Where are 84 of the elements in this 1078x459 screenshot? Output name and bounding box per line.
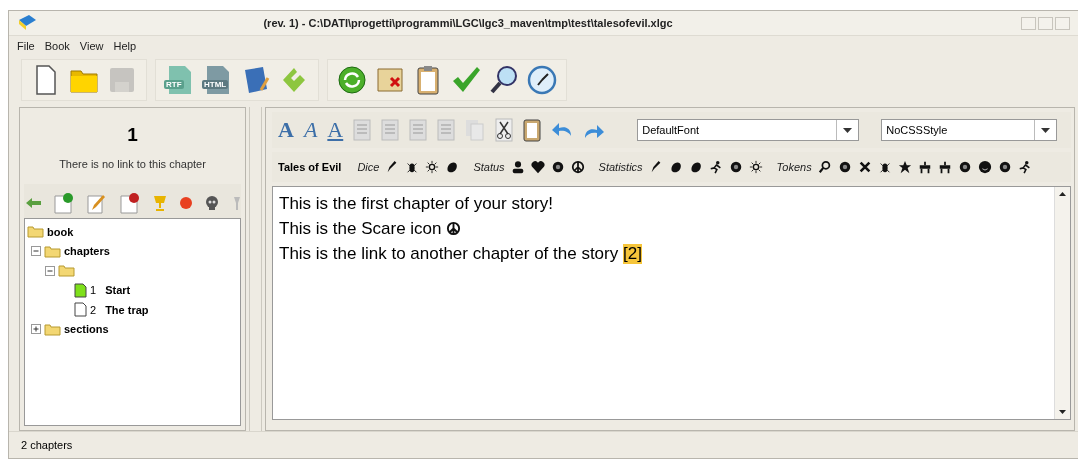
scissors-icon[interactable] — [495, 118, 514, 142]
font-select[interactable]: DefaultFont — [637, 119, 860, 141]
left-arrow-icon[interactable] — [26, 197, 42, 209]
tree-label[interactable]: Start — [105, 284, 131, 297]
search-icon — [817, 160, 832, 174]
heart-icon — [530, 160, 545, 174]
table-icon — [937, 160, 952, 174]
book-icon — [17, 14, 37, 32]
chapter-number: 2 — [90, 303, 97, 316]
bug-icon — [877, 160, 892, 174]
chapter-number: 1 — [126, 124, 139, 146]
tree-label[interactable]: sections — [64, 323, 109, 336]
align-icon[interactable] — [381, 119, 400, 141]
smiley-icon — [977, 160, 992, 174]
edit-page-icon[interactable] — [86, 192, 107, 214]
round-icon — [837, 160, 852, 174]
icon-group-label: Status — [473, 161, 505, 173]
clock-icon — [527, 64, 557, 96]
round-icon — [550, 160, 565, 174]
editor-text: This is the link to another chapter of the story — [279, 243, 620, 264]
person-icon — [510, 160, 525, 174]
align-icon[interactable] — [353, 119, 372, 141]
font-style-button[interactable]: A — [278, 117, 294, 143]
editor-text: This is the Scare icon — [279, 218, 443, 239]
chapter-link[interactable]: [2] — [622, 243, 642, 264]
collapse-toggle[interactable] — [31, 246, 41, 257]
peace-icon — [570, 160, 585, 174]
round-icon — [957, 160, 972, 174]
menu-item[interactable]: File — [13, 40, 39, 52]
icon-group-label: Statistics — [598, 161, 643, 173]
window-title: (rev. 1) - C:\DATI\progetti\programmi\LGC\lgc3_maven\tmp\test\talesofevil.xlgc — [262, 17, 674, 29]
dropdown-arrow-icon — [843, 127, 853, 133]
icon-group-label: Tokens — [776, 161, 812, 173]
icon-set-title: Tales of Evil — [278, 161, 342, 173]
link-note: There is no link to this chapter — [58, 158, 207, 170]
tree-label[interactable]: chapters — [64, 245, 110, 258]
collapse-toggle[interactable] — [45, 265, 55, 276]
skull-icon[interactable] — [204, 195, 220, 211]
round-icon — [728, 160, 743, 174]
status-text: 2 chapters — [9, 431, 1078, 458]
align-icon[interactable] — [409, 119, 428, 141]
minimize-button[interactable] — [1021, 16, 1036, 30]
runner-icon — [708, 160, 723, 174]
search-icon — [489, 64, 519, 96]
add-page-icon[interactable] — [53, 192, 75, 214]
folder-icon — [58, 264, 75, 278]
sun-icon — [748, 160, 763, 174]
toolbar-button[interactable]: HTML — [202, 63, 234, 97]
pin-icon[interactable] — [231, 195, 242, 211]
editor-text: This is the first chapter of your story! — [279, 193, 553, 214]
tree-label[interactable]: book — [47, 225, 74, 238]
style-select[interactable]: NoCSSStyle — [881, 119, 1058, 141]
dropdown-arrow-icon — [1041, 127, 1051, 133]
blob-icon — [445, 160, 460, 174]
folder-icon — [44, 322, 61, 336]
refresh-icon — [337, 64, 367, 96]
align-icon[interactable] — [437, 119, 456, 141]
sun-icon — [425, 160, 440, 174]
table-icon — [917, 160, 932, 174]
toolbar-button[interactable] — [526, 63, 558, 97]
menu-item[interactable]: Help — [109, 40, 141, 52]
icon-group-label: Dice — [357, 161, 380, 173]
cross-icon — [857, 160, 872, 174]
folder-icon — [27, 225, 44, 239]
scrollbar[interactable] — [1054, 187, 1070, 419]
round-icon — [997, 160, 1012, 174]
font-style-button[interactable]: A — [303, 117, 318, 143]
trophy-icon[interactable] — [151, 194, 168, 212]
paste-icon[interactable] — [523, 118, 542, 142]
close-button[interactable] — [1055, 16, 1070, 30]
toolbar-button[interactable] — [336, 63, 368, 97]
expand-toggle[interactable] — [31, 324, 41, 335]
delete-page-icon[interactable] — [118, 192, 140, 214]
bug-icon — [405, 160, 420, 174]
runner-icon — [1017, 160, 1032, 174]
maximize-button[interactable] — [1038, 16, 1053, 30]
menu-item[interactable]: View — [75, 40, 108, 52]
menu-item[interactable]: Book — [40, 40, 74, 52]
record-icon[interactable] — [179, 196, 193, 210]
tree-label[interactable]: The trap — [105, 303, 149, 316]
folder-icon — [44, 244, 61, 258]
font-style-button[interactable]: A — [327, 117, 344, 143]
chapter-number: 1 — [90, 284, 97, 297]
peace-icon — [446, 221, 462, 236]
